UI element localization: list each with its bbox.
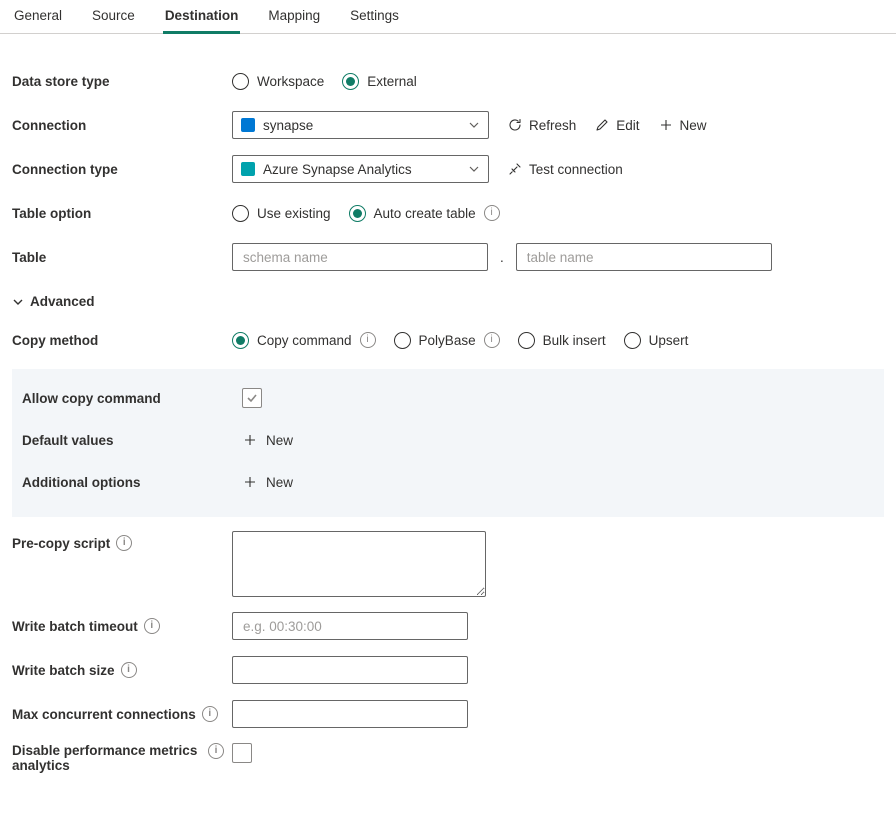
plus-icon	[242, 432, 258, 448]
table-label: Table	[12, 250, 232, 265]
radio-upsert-label: Upsert	[649, 333, 689, 348]
write-batch-size-label: Write batch size	[12, 663, 115, 678]
connection-type-value: Azure Synapse Analytics	[263, 162, 412, 177]
write-batch-size-input[interactable]	[241, 662, 459, 679]
connection-type-select[interactable]: Azure Synapse Analytics	[232, 155, 489, 183]
info-icon[interactable]: i	[202, 706, 218, 722]
additional-options-new-button[interactable]: New	[242, 474, 293, 490]
synapse-icon	[241, 162, 255, 176]
radio-upsert[interactable]: Upsert	[624, 332, 689, 349]
check-icon	[246, 392, 258, 404]
table-name-input-wrap	[516, 243, 772, 271]
write-batch-timeout-wrap	[232, 612, 468, 640]
info-icon[interactable]: i	[360, 332, 376, 348]
max-concurrent-input[interactable]	[241, 706, 459, 723]
test-connection-button[interactable]: Test connection	[507, 161, 623, 177]
pencil-icon	[594, 117, 610, 133]
tab-general[interactable]: General	[12, 8, 64, 33]
connection-select[interactable]: synapse	[232, 111, 489, 139]
info-icon[interactable]: i	[208, 743, 224, 759]
table-dot: .	[500, 250, 504, 265]
plus-icon	[658, 117, 674, 133]
radio-copy-command-label: Copy command	[257, 333, 352, 348]
tab-destination[interactable]: Destination	[163, 8, 241, 34]
info-icon[interactable]: i	[121, 662, 137, 678]
info-icon[interactable]: i	[484, 205, 500, 221]
additional-options-new-label: New	[266, 475, 293, 490]
radio-workspace-label: Workspace	[257, 74, 324, 89]
plug-icon	[507, 161, 523, 177]
radio-auto-create[interactable]: Auto create table i	[349, 205, 500, 222]
pre-copy-script-label: Pre-copy script	[12, 536, 110, 551]
connection-label: Connection	[12, 118, 232, 133]
edit-button[interactable]: Edit	[594, 117, 639, 133]
radio-polybase-label: PolyBase	[419, 333, 476, 348]
copy-command-panel: Allow copy command Default values New Ad…	[12, 369, 884, 517]
chevron-down-icon	[468, 163, 480, 175]
schema-name-input[interactable]	[241, 249, 479, 266]
max-concurrent-label: Max concurrent connections	[12, 707, 196, 722]
info-icon[interactable]: i	[144, 618, 160, 634]
connection-type-label: Connection type	[12, 162, 232, 177]
advanced-toggle[interactable]: Advanced	[12, 294, 95, 309]
plus-icon	[242, 474, 258, 490]
refresh-label: Refresh	[529, 118, 576, 133]
info-icon[interactable]: i	[116, 535, 132, 551]
radio-use-existing-label: Use existing	[257, 206, 331, 221]
copy-method-label: Copy method	[12, 333, 232, 348]
radio-external-label: External	[367, 74, 417, 89]
connection-value: synapse	[263, 118, 313, 133]
schema-name-input-wrap	[232, 243, 488, 271]
tab-mapping[interactable]: Mapping	[266, 8, 322, 33]
table-name-input[interactable]	[525, 249, 763, 266]
radio-polybase[interactable]: PolyBase i	[394, 332, 500, 349]
write-batch-timeout-label: Write batch timeout	[12, 619, 138, 634]
radio-external[interactable]: External	[342, 73, 417, 90]
tabs: General Source Destination Mapping Setti…	[0, 0, 896, 34]
tab-source[interactable]: Source	[90, 8, 137, 33]
refresh-button[interactable]: Refresh	[507, 117, 576, 133]
advanced-label: Advanced	[30, 294, 95, 309]
allow-copy-command-checkbox[interactable]	[242, 388, 262, 408]
chevron-down-icon	[468, 119, 480, 131]
radio-auto-create-label: Auto create table	[374, 206, 476, 221]
radio-bulk-insert[interactable]: Bulk insert	[518, 332, 606, 349]
tab-settings[interactable]: Settings	[348, 8, 401, 33]
data-store-type-label: Data store type	[12, 74, 232, 89]
radio-copy-command[interactable]: Copy command i	[232, 332, 376, 349]
destination-form: Data store type Workspace External Conne…	[0, 34, 896, 817]
additional-options-label: Additional options	[22, 475, 242, 490]
info-icon[interactable]: i	[484, 332, 500, 348]
radio-bulk-insert-label: Bulk insert	[543, 333, 606, 348]
datastore-icon	[241, 118, 255, 132]
write-batch-timeout-input[interactable]	[241, 618, 459, 635]
write-batch-size-wrap	[232, 656, 468, 684]
table-option-label: Table option	[12, 206, 232, 221]
chevron-down-icon	[12, 296, 24, 308]
disable-metrics-label: Disable performance metrics analytics	[12, 743, 202, 773]
max-concurrent-wrap	[232, 700, 468, 728]
radio-workspace[interactable]: Workspace	[232, 73, 324, 90]
pre-copy-script-input[interactable]	[232, 531, 486, 597]
radio-use-existing[interactable]: Use existing	[232, 205, 331, 222]
default-values-new-label: New	[266, 433, 293, 448]
edit-label: Edit	[616, 118, 639, 133]
default-values-new-button[interactable]: New	[242, 432, 293, 448]
test-connection-label: Test connection	[529, 162, 623, 177]
refresh-icon	[507, 117, 523, 133]
disable-metrics-checkbox[interactable]	[232, 743, 252, 763]
allow-copy-command-label: Allow copy command	[22, 391, 242, 406]
default-values-label: Default values	[22, 433, 242, 448]
new-connection-button[interactable]: New	[658, 117, 707, 133]
new-connection-label: New	[680, 118, 707, 133]
